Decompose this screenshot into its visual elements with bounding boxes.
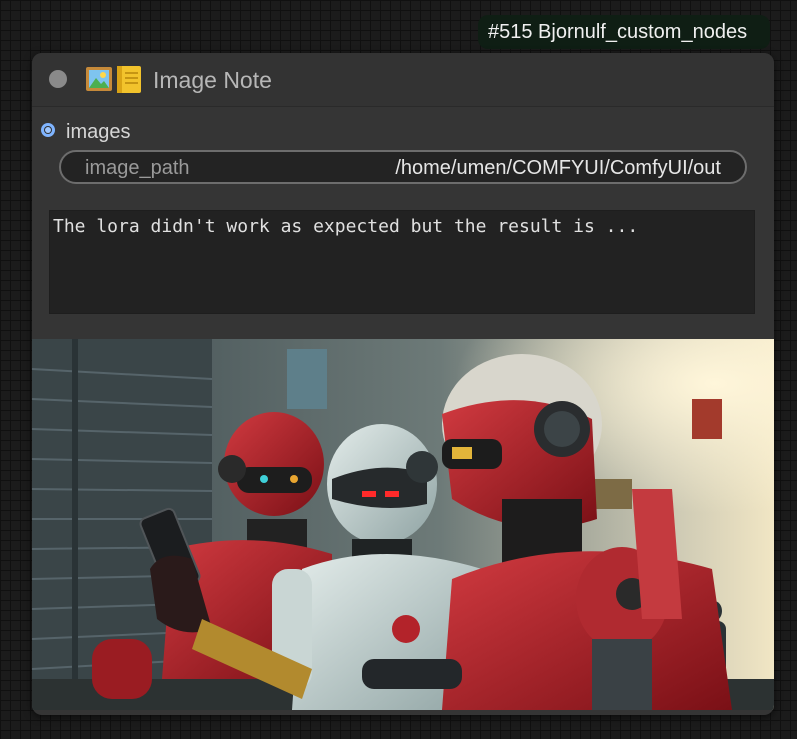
node-title: Image Note <box>153 67 272 93</box>
collapse-toggle-dot[interactable] <box>49 70 67 88</box>
node-header[interactable]: Image Note <box>32 53 774 107</box>
image-path-value: /home/umen/COMFYUI/ComfyUI/out <box>395 157 721 179</box>
images-output-slot-icon[interactable] <box>41 123 55 137</box>
image-path-label: image_path <box>85 157 190 179</box>
ledger-icon <box>117 66 141 93</box>
note-textarea[interactable]: The lora didn't work as expected but the… <box>49 210 755 314</box>
node-id-badge: #515 Bjornulf_custom_nodes <box>478 15 770 49</box>
images-output-label: images <box>66 121 131 143</box>
title-emoji-icons <box>86 66 141 93</box>
image-path-widget[interactable]: image_path /home/umen/COMFYUI/ComfyUI/ou… <box>59 150 747 184</box>
image-note-node[interactable]: Image Note images image_path /home/umen/… <box>32 53 774 715</box>
framed-picture-icon <box>86 67 112 91</box>
preview-image <box>32 339 774 710</box>
